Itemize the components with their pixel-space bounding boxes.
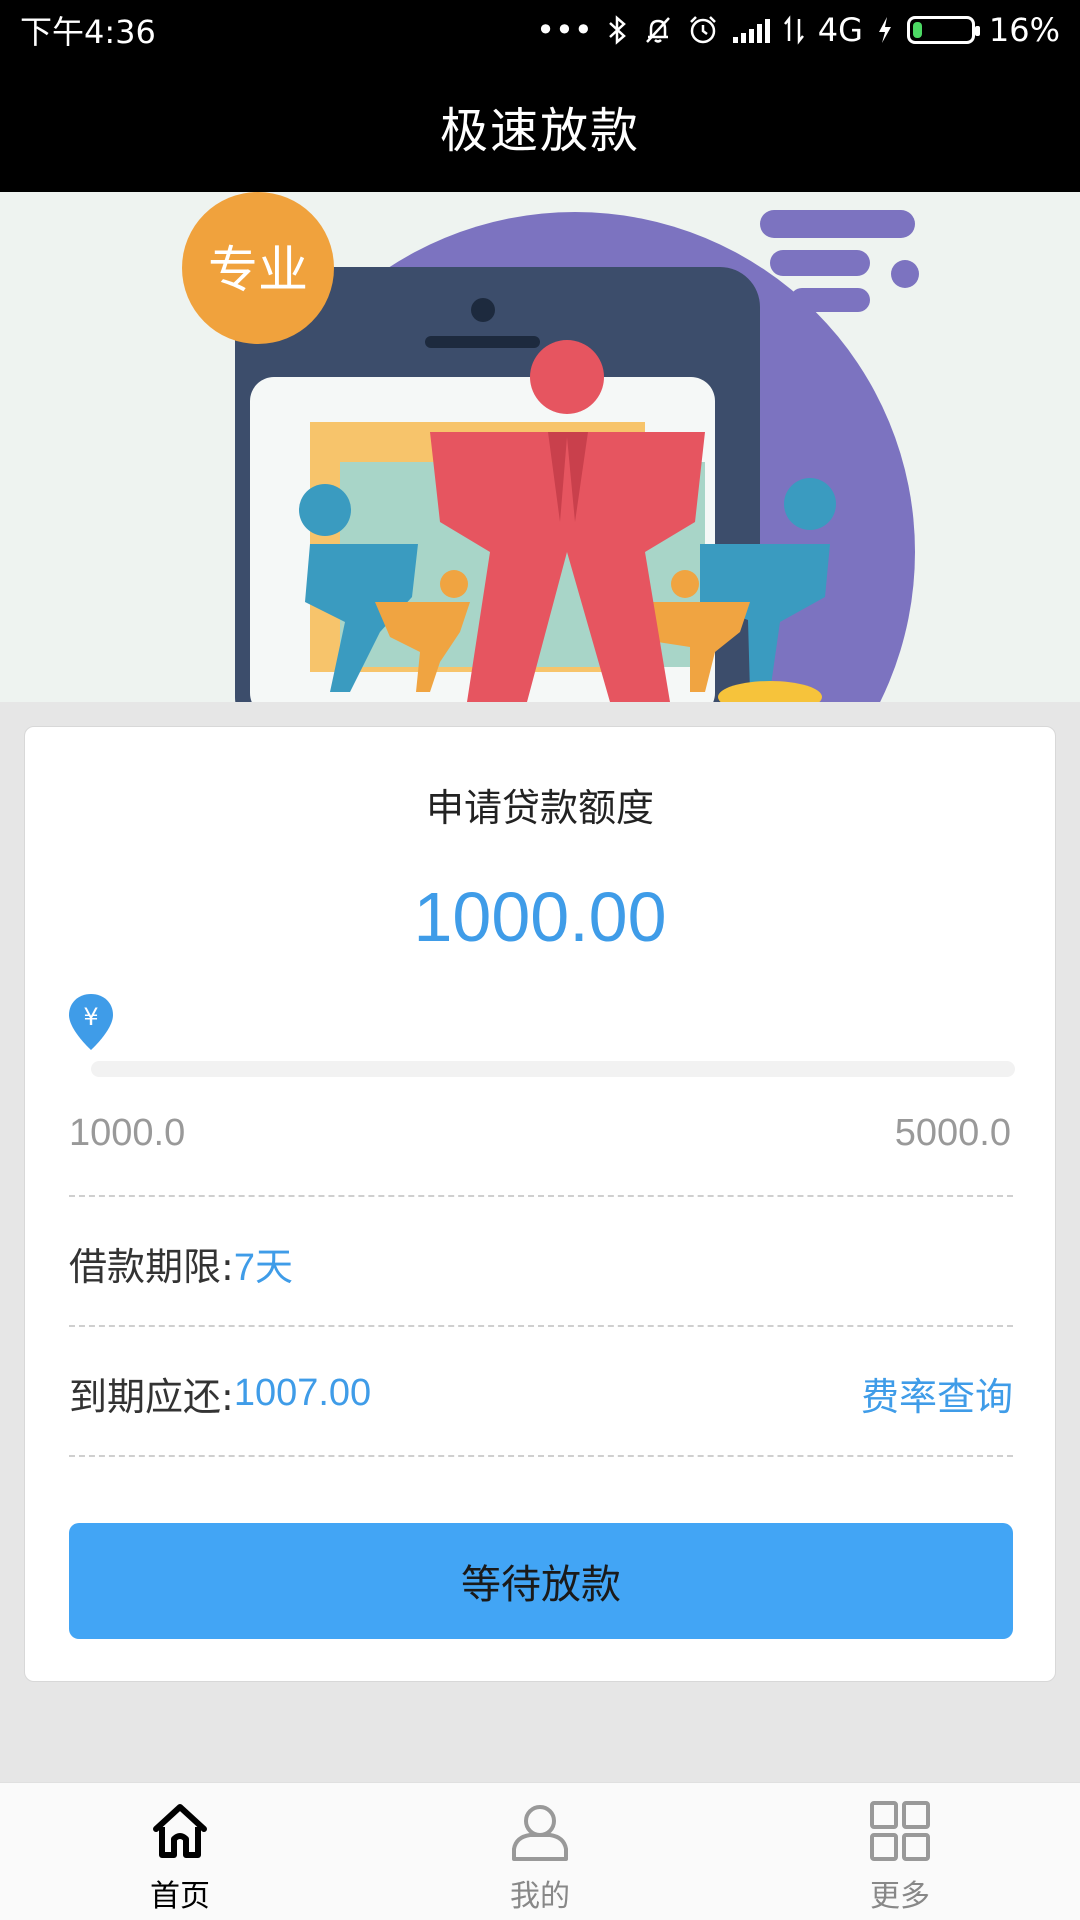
charging-icon — [877, 16, 893, 44]
battery-percent: 16% — [988, 11, 1060, 49]
yuan-icon: ¥ — [83, 1003, 98, 1031]
nav-label-home: 首页 — [150, 1879, 210, 1914]
network-type: 4G — [817, 11, 863, 49]
battery-fill — [912, 22, 922, 38]
bottom-nav: 首页 我的 更多 — [0, 1782, 1080, 1920]
page-title: 极速放款 — [439, 103, 640, 159]
status-bar: 下午4:36 ••• 4G 16% — [0, 0, 1080, 60]
bluetooth-icon — [607, 15, 629, 45]
nav-item-mine[interactable]: 我的 — [360, 1783, 720, 1920]
rate-query-link[interactable]: 费率查询 — [861, 1366, 1013, 1421]
divider — [69, 1325, 1013, 1327]
loan-term-value[interactable]: 7天 — [234, 1236, 293, 1291]
app-header: 极速放款 — [0, 60, 1080, 192]
mute-icon — [643, 15, 673, 45]
slider-min-label: 1000.0 — [69, 1112, 186, 1154]
grid-icon — [870, 1801, 930, 1861]
loan-term-row: 借款期限: 7天 — [69, 1233, 1013, 1293]
due-amount-label: 到期应还: — [69, 1374, 234, 1419]
status-icons: ••• 4G 16% — [536, 11, 1060, 49]
divider — [69, 1455, 1013, 1457]
signal-icon — [732, 17, 770, 43]
banner-image: 专业 — [0, 192, 1080, 702]
home-icon — [153, 1804, 207, 1858]
nav-item-more[interactable]: 更多 — [720, 1783, 1080, 1920]
due-amount-row: 到期应还: 1007.00 费率查询 — [69, 1363, 1013, 1423]
submit-button[interactable]: 等待放款 — [69, 1523, 1013, 1639]
loan-card: 申请贷款额度 1000.00 ¥ 1000.0 5000.0 借款期限: 7天 … — [24, 726, 1056, 1682]
banner-badge: 专业 — [208, 241, 308, 299]
amount-slider-handle[interactable]: ¥ — [67, 992, 115, 1052]
banner-illustration: 专业 — [0, 192, 1080, 702]
loan-term-label: 借款期限: — [69, 1244, 234, 1289]
data-arrows-icon — [783, 15, 804, 45]
nav-label-more: 更多 — [870, 1879, 930, 1914]
amount-slider-track[interactable] — [91, 1061, 1015, 1077]
divider — [69, 1195, 1013, 1197]
battery-icon — [906, 16, 980, 44]
nav-item-home[interactable]: 首页 — [0, 1783, 360, 1920]
loan-amount: 1000.00 — [413, 878, 667, 956]
slider-max-label: 5000.0 — [894, 1112, 1011, 1154]
more-dots-icon: ••• — [536, 11, 593, 49]
nav-label-mine: 我的 — [510, 1879, 570, 1914]
due-amount-value: 1007.00 — [233, 1371, 372, 1414]
status-time: 下午4:36 — [20, 13, 156, 51]
alarm-icon — [687, 14, 719, 46]
loan-title: 申请贷款额度 — [425, 786, 654, 830]
user-icon — [512, 1805, 568, 1861]
